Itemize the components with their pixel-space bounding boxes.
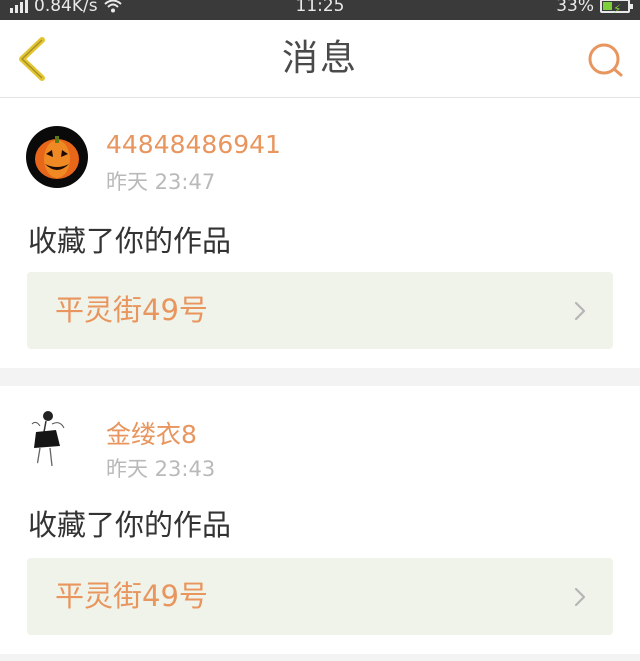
- status-time: 11:25: [295, 0, 345, 16]
- timestamp: 昨天 23:47: [106, 170, 216, 194]
- notification-card: 44848486941 昨天 23:47 收藏了你的作品 平灵街49号: [0, 98, 640, 368]
- username[interactable]: 44848486941: [106, 130, 281, 159]
- page-title: 消息: [281, 38, 358, 79]
- timestamp: 昨天 23:43: [106, 457, 216, 481]
- work-title: 平灵街49号: [55, 579, 208, 613]
- username[interactable]: 金缕衣8: [106, 415, 197, 451]
- work-link[interactable]: 平灵街49号: [27, 272, 613, 349]
- status-bar: 0.84K/s 11:25 33% ⚡: [0, 0, 640, 20]
- notification-card: 金缕衣8 昨天 23:43 收藏了你的作品 平灵街49号: [0, 386, 640, 654]
- list-divider: [0, 654, 640, 661]
- avatar[interactable]: [26, 408, 88, 470]
- nav-bar: 消息: [0, 20, 640, 98]
- avatar[interactable]: [26, 126, 88, 188]
- search-icon[interactable]: [586, 40, 626, 80]
- notification-message: 收藏了你的作品: [28, 508, 232, 542]
- chevron-right-icon: [574, 301, 586, 321]
- chevron-right-icon: [574, 587, 586, 607]
- work-title: 平灵街49号: [55, 293, 208, 327]
- notification-message: 收藏了你的作品: [28, 224, 232, 258]
- battery-percent: 33%: [556, 0, 594, 16]
- battery-icon: ⚡: [600, 0, 633, 16]
- work-link[interactable]: 平灵街49号: [27, 558, 613, 635]
